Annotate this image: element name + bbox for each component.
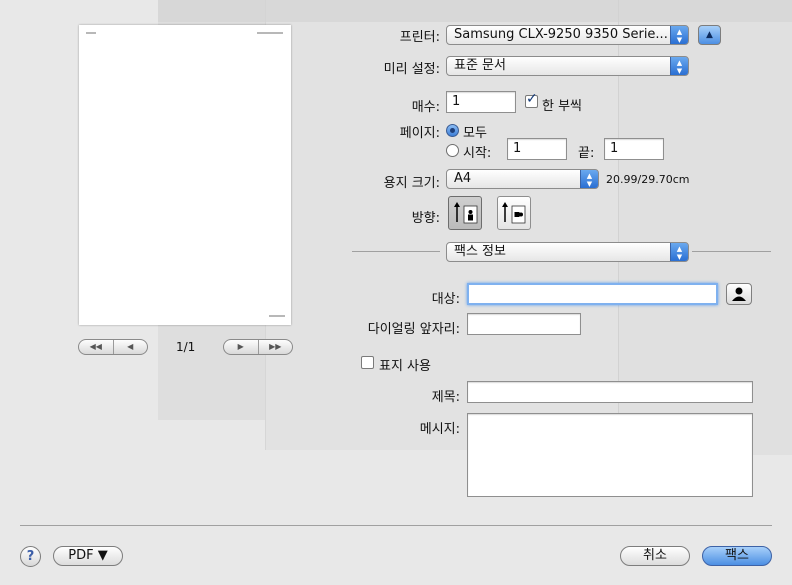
previous-page-button[interactable]: ◀	[112, 340, 148, 354]
section-value: 팩스 정보	[454, 244, 506, 259]
printer-popup[interactable]: Samsung CLX-9250 9350 Serie... ▲ ▼	[446, 25, 689, 45]
presets-value: 표준 문서	[454, 58, 506, 73]
landscape-orientation-button[interactable]	[497, 196, 531, 230]
pages-to-label: 끝:	[578, 146, 595, 161]
orientation-label: 방향:	[411, 211, 440, 226]
to-field[interactable]	[467, 283, 718, 305]
presets-label: 미리 설정:	[383, 62, 440, 77]
paper-size-popup[interactable]: A4 ▲ ▼	[446, 169, 599, 189]
background-toolbar	[158, 0, 792, 22]
printer-label: 프린터:	[399, 30, 440, 45]
pages-from-field[interactable]: 1	[507, 138, 567, 160]
pages-to-field[interactable]: 1	[604, 138, 664, 160]
portrait-icon	[454, 202, 478, 224]
paper-dimensions: 20.99/29.70cm	[606, 173, 690, 186]
checkmark-icon: ✓	[526, 91, 538, 107]
pages-range-radio[interactable]	[446, 144, 459, 157]
dial-prefix-field[interactable]	[467, 313, 581, 335]
subject-field[interactable]	[467, 381, 753, 403]
message-field[interactable]	[467, 413, 753, 497]
collated-label: 한 부씩	[542, 99, 583, 114]
updown-arrows-icon: ▲ ▼	[580, 170, 598, 188]
copies-label: 매수:	[411, 100, 440, 115]
paper-size-value: A4	[454, 171, 472, 186]
subject-label: 제목:	[431, 390, 460, 405]
landscape-icon	[502, 202, 526, 224]
triangle-up-icon: ▲	[706, 30, 713, 40]
cancel-button[interactable]: 취소	[620, 546, 690, 566]
preview-nav-back: ◀◀ ◀	[78, 339, 148, 355]
updown-arrows-icon: ▲ ▼	[670, 243, 688, 261]
collated-checkbox[interactable]: ✓	[525, 91, 538, 108]
dial-prefix-label: 다이얼링 앞자리:	[367, 322, 460, 337]
fax-button[interactable]: 팩스	[702, 546, 772, 566]
page-indicator: 1/1	[176, 340, 196, 354]
copies-field[interactable]: 1	[446, 91, 516, 113]
printer-value: Samsung CLX-9250 9350 Serie...	[454, 27, 668, 42]
section-divider	[692, 251, 771, 252]
cover-page-label: 표지 사용	[379, 359, 431, 374]
cover-page-checkbox[interactable]	[361, 356, 374, 369]
section-popup[interactable]: 팩스 정보 ▲ ▼	[446, 242, 689, 262]
first-page-button[interactable]: ◀◀	[79, 340, 113, 354]
help-icon: ?	[26, 549, 35, 564]
disclosure-button[interactable]: ▲	[698, 25, 721, 45]
pages-all-label: 모두	[463, 126, 487, 141]
updown-arrows-icon: ▲ ▼	[670, 26, 688, 44]
to-label: 대상:	[431, 292, 460, 307]
paper-size-label: 용지 크기:	[383, 176, 440, 191]
next-page-button[interactable]: ▶	[224, 340, 258, 354]
presets-popup[interactable]: 표준 문서 ▲ ▼	[446, 56, 689, 76]
preview-nav-forward: ▶ ▶▶	[223, 339, 293, 355]
pages-all-radio[interactable]	[446, 124, 459, 137]
message-label: 메시지:	[419, 422, 460, 437]
last-page-button[interactable]: ▶▶	[257, 340, 293, 354]
person-icon	[732, 287, 746, 301]
page-preview	[79, 25, 291, 325]
address-book-button[interactable]	[726, 283, 752, 305]
portrait-orientation-button[interactable]	[448, 196, 482, 230]
footer-divider	[20, 525, 772, 526]
section-divider	[352, 251, 440, 252]
pages-from-label: 시작:	[463, 146, 492, 161]
pdf-menu-button[interactable]: PDF ▼	[53, 546, 123, 566]
help-button[interactable]: ?	[20, 546, 41, 567]
updown-arrows-icon: ▲ ▼	[670, 57, 688, 75]
pages-label: 페이지:	[399, 126, 440, 141]
